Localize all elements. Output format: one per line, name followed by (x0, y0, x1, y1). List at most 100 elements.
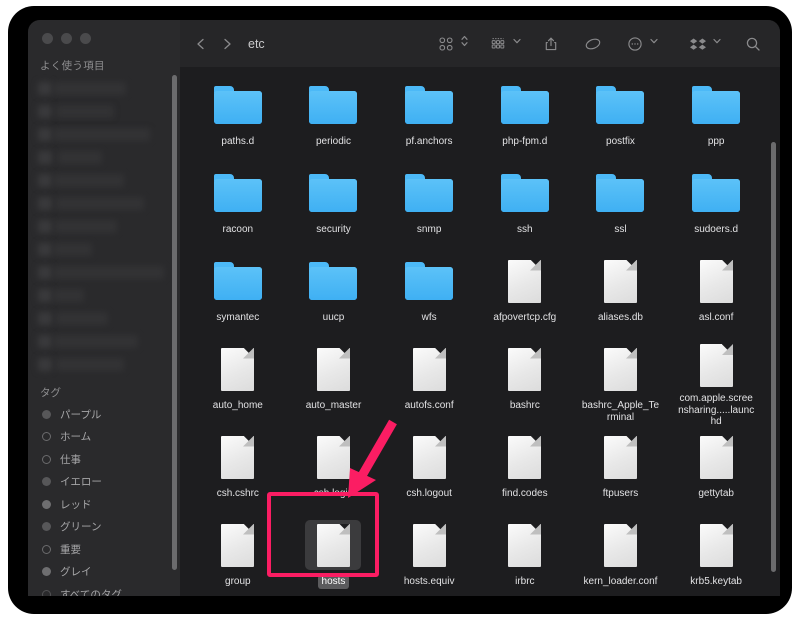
file-item[interactable]: periodic (286, 77, 382, 162)
sidebar-item-redacted[interactable] (28, 146, 180, 169)
file-item[interactable]: find.codes (477, 429, 573, 514)
group-chevron-down-icon[interactable] (512, 33, 522, 54)
close-button[interactable] (42, 33, 53, 44)
file-item[interactable]: auto_home (190, 341, 286, 426)
sidebar-item-redacted[interactable] (28, 353, 180, 376)
sidebar-tags-header: タグ (40, 387, 61, 399)
ellipsis-circle-icon[interactable] (622, 31, 648, 57)
file-item[interactable]: snmp (381, 165, 477, 250)
share-button[interactable] (538, 31, 564, 57)
search-button[interactable] (740, 31, 766, 57)
tag-color-dot-icon (42, 567, 51, 577)
file-item[interactable]: hosts.equiv (381, 517, 477, 596)
file-item[interactable]: sudoers.d (668, 165, 764, 250)
sidebar-item-redacted[interactable] (28, 100, 180, 123)
view-updown-chevron-icon[interactable] (460, 33, 469, 54)
file-item[interactable]: bashrc (477, 341, 573, 426)
forward-button[interactable] (214, 31, 240, 57)
search-icon[interactable] (740, 31, 766, 57)
group-by-button[interactable] (485, 31, 522, 57)
file-name-label: hosts (317, 575, 350, 589)
sidebar-item-redacted[interactable] (28, 77, 180, 100)
sidebar-item-redacted[interactable] (28, 330, 180, 353)
sidebar-item-icon (38, 174, 52, 187)
sidebar-item-label-redacted (58, 151, 102, 164)
sidebar-tag-item[interactable]: すべてのタグ… (28, 583, 180, 596)
action-chevron-down-icon[interactable] (649, 33, 659, 54)
tag-button[interactable] (580, 31, 606, 57)
sidebar-item-redacted[interactable] (28, 192, 180, 215)
file-item[interactable]: autofs.conf (381, 341, 477, 426)
sidebar-tag-item[interactable]: ホーム (28, 426, 180, 449)
sidebar-item-redacted[interactable] (28, 284, 180, 307)
sidebar-tag-item[interactable]: グリーン (28, 516, 180, 539)
folder-icon (688, 80, 744, 130)
sidebar-tag-item[interactable]: レッド (28, 493, 180, 516)
file-item[interactable]: ssl (573, 165, 669, 250)
zoom-button[interactable] (80, 33, 91, 44)
sidebar-item-redacted[interactable] (28, 307, 180, 330)
file-item[interactable]: bashrc_Apple_Terminal (573, 341, 669, 426)
action-menu-button[interactable] (622, 31, 659, 57)
file-item[interactable]: uucp (286, 253, 382, 338)
file-item[interactable]: csh.login (286, 429, 382, 514)
sidebar-scrollbar[interactable] (172, 75, 177, 570)
minimize-button[interactable] (61, 33, 72, 44)
file-item[interactable]: aliases.db (573, 253, 669, 338)
sidebar-tag-item[interactable]: パープル (28, 403, 180, 426)
sidebar-item-label-redacted (54, 82, 126, 95)
icon-view-icon[interactable] (433, 31, 459, 57)
sidebar-item-redacted[interactable] (28, 123, 180, 146)
sidebar-item-redacted[interactable] (28, 261, 180, 284)
file-item-selected[interactable]: hosts (286, 517, 382, 596)
file-item[interactable]: asl.conf (668, 253, 764, 338)
group-icon[interactable] (485, 31, 511, 57)
file-item[interactable]: pf.anchors (381, 77, 477, 162)
file-item[interactable]: afpovertcp.cfg (477, 253, 573, 338)
file-item[interactable]: racoon (190, 165, 286, 250)
content-scrollbar[interactable] (771, 142, 776, 572)
sidebar-favorites-list[interactable] (28, 73, 180, 376)
dropbox-icon[interactable] (685, 31, 711, 57)
view-switcher[interactable] (433, 31, 469, 57)
file-item[interactable]: symantec (190, 253, 286, 338)
dropbox-button[interactable] (685, 31, 722, 57)
document-icon (592, 256, 648, 306)
tag-icon[interactable] (580, 31, 606, 57)
sidebar-item-redacted[interactable] (28, 169, 180, 192)
file-item[interactable]: com.apple.screensharing.....launchd (668, 341, 764, 427)
sidebar-tag-item[interactable]: 仕事 (28, 448, 180, 471)
sidebar-item-redacted[interactable] (28, 238, 180, 261)
file-item[interactable]: auto_master (286, 341, 382, 426)
file-name-label: krb5.keytab (690, 576, 742, 587)
file-item[interactable]: csh.logout (381, 429, 477, 514)
sidebar-tag-item[interactable]: 重要 (28, 538, 180, 561)
file-name-label: symantec (216, 312, 260, 323)
file-item[interactable]: wfs (381, 253, 477, 338)
file-item[interactable]: ssh (477, 165, 573, 250)
file-item[interactable]: csh.cshrc (190, 429, 286, 514)
document-icon (497, 520, 553, 570)
document-icon (688, 432, 744, 482)
file-item[interactable]: ftpusers (573, 429, 669, 514)
sidebar-tag-item[interactable]: イエロー (28, 471, 180, 494)
sidebar-item-redacted[interactable] (28, 215, 180, 238)
file-item[interactable]: krb5.keytab (668, 517, 764, 596)
back-button[interactable] (188, 31, 214, 57)
file-item[interactable]: postfix (573, 77, 669, 162)
file-name-label: racoon (222, 224, 254, 235)
file-item[interactable]: security (286, 165, 382, 250)
sidebar-tag-item[interactable]: グレイ (28, 561, 180, 584)
file-item[interactable]: php-fpm.d (477, 77, 573, 162)
file-item[interactable]: gettytab (668, 429, 764, 514)
sidebar-item-icon (38, 197, 52, 210)
file-item[interactable]: kern_loader.conf (573, 517, 669, 596)
file-item[interactable]: irbrc (477, 517, 573, 596)
document-icon (210, 432, 266, 482)
file-name-label: com.apple.screensharing.....launchd (678, 393, 755, 427)
file-item[interactable]: paths.d (190, 77, 286, 162)
dropbox-chevron-down-icon[interactable] (712, 33, 722, 54)
share-icon[interactable] (538, 31, 564, 57)
file-item[interactable]: group (190, 517, 286, 596)
file-item[interactable]: ppp (668, 77, 764, 162)
